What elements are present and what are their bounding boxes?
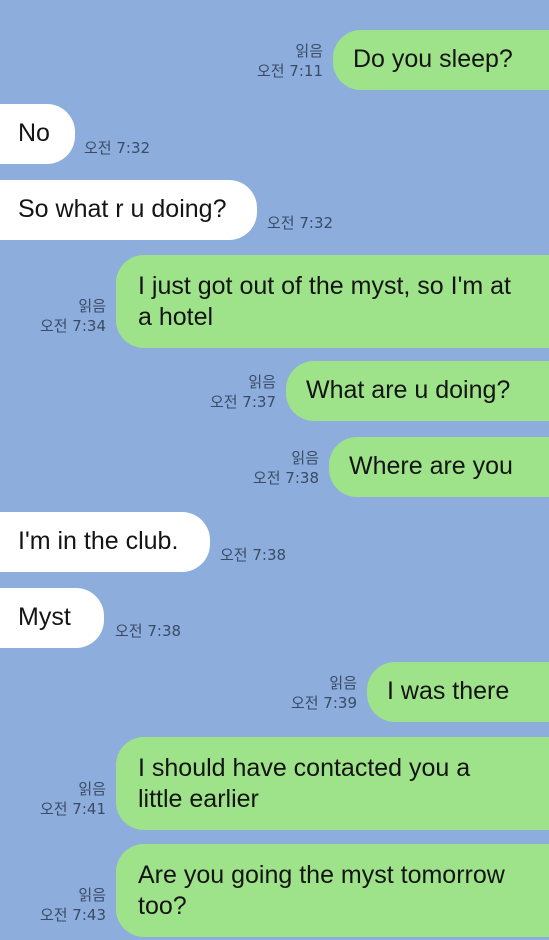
chat-conversation: 읽음 오전 7:11 Do you sleep? No 오전 7:32 So w… bbox=[0, 0, 549, 940]
timestamp: 오전 7:43 bbox=[39, 906, 106, 924]
message-meta: 읽음 오전 7:43 bbox=[40, 885, 106, 925]
message-meta: 읽음 오전 7:39 bbox=[291, 673, 357, 713]
timestamp: 오전 7:39 bbox=[290, 694, 357, 712]
incoming-message-bubble[interactable]: I'm in the club. bbox=[0, 512, 210, 572]
message-meta: 읽음 오전 7:38 bbox=[253, 448, 319, 488]
read-receipt: 읽음 bbox=[78, 886, 106, 904]
timestamp: 오전 7:32 bbox=[267, 214, 334, 232]
message-meta: 읽음 오전 7:41 bbox=[40, 779, 106, 819]
timestamp: 오전 7:37 bbox=[209, 393, 276, 411]
incoming-message-bubble[interactable]: Myst bbox=[0, 588, 104, 648]
message-meta: 읽음 오전 7:11 bbox=[257, 41, 323, 81]
timestamp: 오전 7:38 bbox=[220, 546, 287, 564]
outgoing-message-bubble[interactable]: I just got out of the myst, so I'm at a … bbox=[116, 255, 549, 348]
read-receipt: 읽음 bbox=[78, 297, 106, 315]
timestamp: 오전 7:34 bbox=[39, 317, 106, 335]
outgoing-message-bubble[interactable]: I should have contacted you a little ear… bbox=[116, 737, 549, 830]
read-receipt: 읽음 bbox=[78, 780, 106, 798]
timestamp: 오전 7:32 bbox=[84, 139, 151, 157]
outgoing-message-bubble[interactable]: I was there bbox=[367, 662, 549, 722]
message-meta: 읽음 오전 7:34 bbox=[40, 296, 106, 336]
read-receipt: 읽음 bbox=[291, 449, 319, 467]
read-receipt: 읽음 bbox=[329, 674, 357, 692]
timestamp: 오전 7:11 bbox=[256, 62, 323, 80]
outgoing-message-bubble[interactable]: Are you going the myst tomorrow too? bbox=[116, 844, 549, 937]
read-receipt: 읽음 bbox=[295, 42, 323, 60]
timestamp: 오전 7:38 bbox=[115, 622, 182, 640]
incoming-message-bubble[interactable]: So what r u doing? bbox=[0, 180, 257, 240]
read-receipt: 읽음 bbox=[248, 373, 276, 391]
outgoing-message-bubble[interactable]: What are u doing? bbox=[286, 361, 549, 421]
timestamp: 오전 7:41 bbox=[39, 800, 106, 818]
incoming-message-bubble[interactable]: No bbox=[0, 104, 75, 164]
outgoing-message-bubble[interactable]: Where are you bbox=[329, 437, 549, 497]
message-meta: 읽음 오전 7:37 bbox=[210, 372, 276, 412]
outgoing-message-bubble[interactable]: Do you sleep? bbox=[333, 30, 549, 90]
timestamp: 오전 7:38 bbox=[252, 469, 319, 487]
